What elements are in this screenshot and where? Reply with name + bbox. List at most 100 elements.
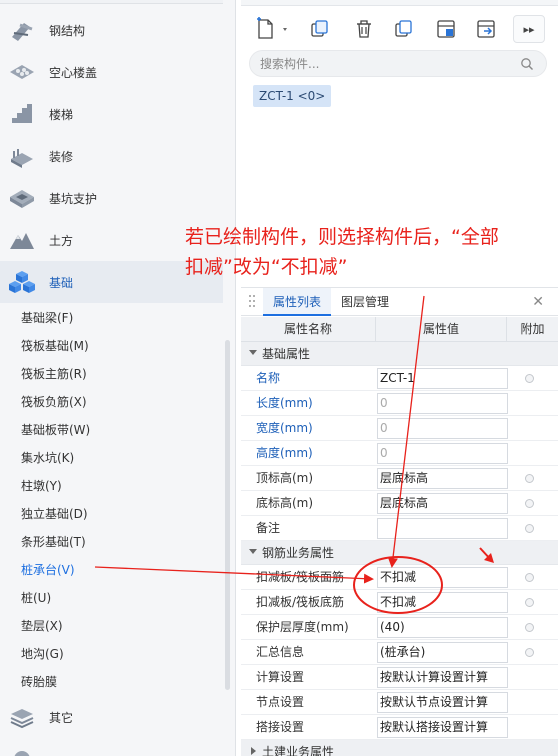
table-row: 顶标高(m) 层底标高 <box>241 466 558 491</box>
table-row: 汇总信息 (桩承台) <box>241 640 558 665</box>
drag-handle-icon[interactable] <box>248 294 256 308</box>
sidebar-category-label: 空心楼盖 <box>49 65 98 80</box>
sidebar-item-foundation-beam[interactable]: 基础梁(F) <box>21 304 73 332</box>
sidebar-category-label: 装修 <box>49 149 74 164</box>
pit-support-icon <box>10 190 34 208</box>
property-value-input[interactable]: 0 <box>377 418 508 439</box>
sidebar-item-raft-foundation[interactable]: 筏板基础(M) <box>21 332 89 360</box>
property-value-cell: 按默认节点设置计算 <box>376 692 508 713</box>
component-panel-tabbar <box>241 0 558 6</box>
property-value-cell: (40) <box>376 617 508 638</box>
property-value-cell: 不扣减 <box>376 592 508 613</box>
property-value-input[interactable]: (40) <box>377 617 508 638</box>
component-item-zct-1[interactable]: ZCT-1 <0> <box>253 85 332 107</box>
extra-checkbox[interactable] <box>525 524 534 533</box>
sidebar-item-pile[interactable]: 桩(U) <box>21 584 51 612</box>
property-name: 顶标高(m) <box>256 471 314 485</box>
property-value-input[interactable]: 按默认节点设置计算 <box>377 692 508 713</box>
earthwork-icon <box>10 233 34 249</box>
component-tree-sidebar: 钢结构 空心楼盖 楼梯 装修 基坑支护 土方 基础 基础梁(F) 筏板基础(M)… <box>0 0 236 756</box>
sidebar-category-pit-support[interactable]: 基坑支护 <box>0 177 223 219</box>
sidebar-item-sump-pit[interactable]: 集水坑(K) <box>21 444 74 472</box>
sidebar-category-steel[interactable]: 钢结构 <box>0 9 223 51</box>
sidebar-item-foundation-strip[interactable]: 基础板带(W) <box>21 416 90 444</box>
property-value-cell: 按默认搭接设置计算 <box>376 717 508 738</box>
sidebar-scrollbar[interactable] <box>225 340 230 690</box>
sidebar-item-raft-main-rebar[interactable]: 筏板主筋(R) <box>21 360 87 388</box>
sidebar-item-column-pier[interactable]: 柱墩(Y) <box>21 472 62 500</box>
tab-property-list[interactable]: 属性列表 <box>263 288 332 316</box>
foundation-icon <box>9 271 35 293</box>
sidebar-category-decoration[interactable]: 装修 <box>0 135 223 177</box>
sidebar-category-hollow-floor[interactable]: 空心楼盖 <box>0 51 223 93</box>
extra-checkbox[interactable] <box>525 374 534 383</box>
group-basic-properties[interactable]: 基础属性 <box>241 342 558 366</box>
close-icon[interactable]: ✕ <box>532 294 544 310</box>
custom-icon <box>14 751 30 756</box>
property-value-input[interactable]: 层底标高 <box>377 493 508 514</box>
property-value-input[interactable] <box>377 518 508 539</box>
group-civil-properties[interactable]: 土建业务属性 <box>241 740 558 756</box>
component-search-input[interactable] <box>260 55 510 73</box>
extra-checkbox[interactable] <box>525 499 534 508</box>
extra-checkbox[interactable] <box>525 598 534 607</box>
sidebar-item-isolated-foundation[interactable]: 独立基础(D) <box>21 500 88 528</box>
column-header-extra: 附加 <box>520 322 545 336</box>
toolbar-more-button[interactable]: ▸▸ <box>513 15 545 43</box>
deduct-top-rebar-select[interactable]: 不扣减 <box>377 567 508 588</box>
property-value-cell: 层底标高 <box>376 468 508 489</box>
tab-layer-management[interactable]: 图层管理 <box>331 288 399 316</box>
sidebar-item-brick-mold[interactable]: 砖胎膜 <box>21 668 57 696</box>
sidebar-category-label: 基础 <box>49 275 74 290</box>
layers-copy-icon <box>395 20 412 37</box>
sidebar-category-label: 基坑支护 <box>49 191 98 206</box>
sidebar-category-stairs[interactable]: 楼梯 <box>0 93 223 135</box>
sidebar-category-label: 钢结构 <box>49 23 86 38</box>
property-name: 名称 <box>256 371 281 385</box>
copy-icon <box>311 20 328 37</box>
property-value-input[interactable]: 层底标高 <box>377 468 508 489</box>
sidebar-item-cushion[interactable]: 垫层(X) <box>21 612 63 640</box>
table-row: 搭接设置 按默认搭接设置计算 <box>241 715 558 740</box>
property-name: 计算设置 <box>256 670 305 684</box>
table-row: 备注 <box>241 516 558 541</box>
search-icon[interactable] <box>520 57 534 71</box>
property-value-input[interactable]: 按默认搭接设置计算 <box>377 717 508 738</box>
new-component-button[interactable] <box>253 16 293 42</box>
deduct-bottom-rebar-select[interactable]: 不扣减 <box>377 592 508 613</box>
property-value-cell: (桩承台) <box>376 642 508 663</box>
group-label: 钢筋业务属性 <box>262 546 335 560</box>
extra-checkbox[interactable] <box>525 648 534 657</box>
sidebar-item-strip-foundation[interactable]: 条形基础(T) <box>21 528 86 556</box>
property-value-cell: 0 <box>376 393 508 414</box>
extra-checkbox[interactable] <box>525 623 534 632</box>
property-value-input[interactable]: ZCT-1 <box>377 368 508 389</box>
property-name: 底标高(m) <box>256 496 314 510</box>
property-value-input[interactable]: (桩承台) <box>377 642 508 663</box>
property-value-input[interactable]: 0 <box>377 393 508 414</box>
sidebar-item-pile-cap[interactable]: 桩承台(V) <box>21 556 75 584</box>
column-header-value: 属性值 <box>376 317 507 342</box>
delete-component-button[interactable] <box>349 16 379 42</box>
import-icon <box>437 20 455 38</box>
property-value-input[interactable]: 按默认计算设置计算 <box>377 667 508 688</box>
property-value-input[interactable]: 0 <box>377 443 508 464</box>
group-label: 土建业务属性 <box>262 745 335 756</box>
extra-checkbox[interactable] <box>525 573 534 582</box>
import-component-button[interactable] <box>431 16 461 42</box>
sidebar-category-label: 土方 <box>49 233 74 248</box>
copy-component-button[interactable] <box>305 16 335 42</box>
sidebar-top-edge <box>0 0 223 4</box>
double-chevron-right-icon: ▸▸ <box>523 22 535 36</box>
sidebar-item-raft-negative-rebar[interactable]: 筏板负筋(X) <box>21 388 87 416</box>
table-row: 宽度(mm) 0 <box>241 416 558 441</box>
extra-checkbox[interactable] <box>525 474 534 483</box>
sidebar-category-other[interactable]: 其它 <box>0 696 223 738</box>
copy-to-floor-button[interactable] <box>389 16 419 42</box>
property-table-header: 属性名称 属性值 附加 <box>241 317 558 342</box>
export-component-button[interactable] <box>471 16 501 42</box>
sidebar-category-custom[interactable] <box>0 738 223 756</box>
table-row: 节点设置 按默认节点设置计算 <box>241 690 558 715</box>
group-rebar-properties[interactable]: 钢筋业务属性 <box>241 541 558 565</box>
sidebar-item-trench[interactable]: 地沟(G) <box>21 640 64 668</box>
